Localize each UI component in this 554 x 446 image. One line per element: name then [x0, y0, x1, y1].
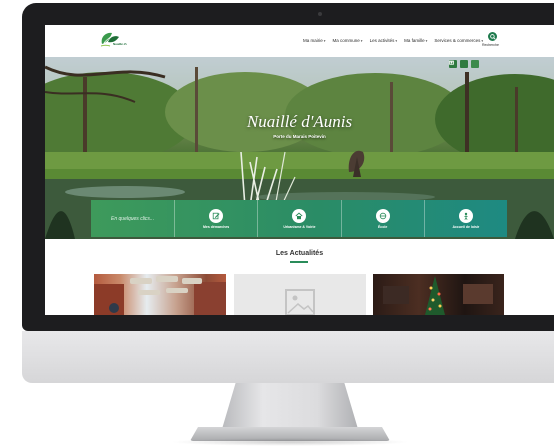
nav-label: Ma commune: [332, 38, 360, 43]
news-card-image: [94, 276, 226, 315]
nav-item-services-commerces[interactable]: Services & commerces▾: [434, 38, 483, 43]
main-nav: Ma mairie▾ Ma commune▾ Les activités▾ Ma…: [303, 38, 483, 43]
news-card[interactable]: [373, 274, 504, 315]
nav-label: Ma mairie: [303, 38, 323, 43]
site-header: Nuaillé d'Aunis Ma mairie▾ Ma commune▾ L…: [45, 25, 554, 57]
nav-label: Services & commerces: [434, 38, 481, 43]
nav-item-ma-mairie[interactable]: Ma mairie▾: [303, 38, 326, 43]
news-card[interactable]: [234, 274, 366, 315]
monitor-stand: [222, 383, 358, 429]
quick-link-urbanisme[interactable]: Urbanisme & Voirie: [258, 200, 342, 237]
image-placeholder-icon: [285, 289, 315, 315]
school-icon: [375, 208, 390, 223]
quick-search-placeholder: En quelques clics...: [111, 215, 155, 222]
quick-link-mes-demarches[interactable]: Mes démarches: [175, 200, 259, 237]
social-links: f: [449, 60, 479, 68]
chevron-down-icon: ▾: [425, 39, 428, 43]
quick-link-accueil-loisir[interactable]: Accueil de loisir: [425, 200, 507, 237]
quick-link-label: Urbanisme & Voirie: [283, 224, 316, 229]
news-section-title: Les Actualités: [275, 250, 324, 257]
news-card[interactable]: [94, 274, 226, 315]
chevron-down-icon: ▾: [395, 39, 398, 43]
search-label: Recherche: [482, 43, 499, 47]
site-logo[interactable]: [98, 30, 122, 52]
search-button[interactable]: [488, 32, 497, 41]
edit-icon: [209, 208, 224, 223]
title-underline: [290, 261, 308, 263]
quick-access-bar: En quelques clics... Mes démarches Urban…: [91, 200, 507, 237]
hero-title: Nuaillé d'Aunis: [246, 112, 353, 131]
quick-link-label: Accueil de loisir: [452, 224, 480, 229]
website-screen: Nuaillé d'Aunis Ma mairie▾ Ma commune▾ L…: [45, 25, 554, 315]
leaf-logo-icon: [100, 32, 119, 47]
quick-link-ecole[interactable]: École: [342, 200, 425, 237]
logo-text: Nuaillé d'Aunis: [113, 42, 127, 46]
home-icon: [292, 208, 307, 223]
nav-label: Ma famille: [404, 38, 425, 43]
search-icon: [489, 33, 496, 40]
hero-subtitle: Porte du Marais Poitevin: [273, 134, 326, 139]
quick-link-label: École: [377, 224, 388, 229]
child-icon: [458, 208, 473, 223]
nav-label: Les activités: [369, 38, 395, 43]
nav-item-ma-famille[interactable]: Ma famille▾: [404, 38, 427, 43]
nav-item-les-activites[interactable]: Les activités▾: [370, 38, 398, 43]
nav-item-ma-commune[interactable]: Ma commune▾: [333, 38, 363, 43]
news-card-image: [383, 276, 493, 315]
quick-search-input[interactable]: En quelques clics...: [91, 200, 175, 237]
chevron-down-icon: ▾: [323, 39, 326, 43]
monitor-chin: [22, 331, 554, 383]
quick-link-label: Mes démarches: [202, 224, 230, 229]
calendar-icon[interactable]: [449, 60, 468, 68]
monitor-shadow: [170, 438, 410, 446]
chevron-down-icon: ▾: [360, 39, 363, 43]
mail-icon[interactable]: [449, 60, 479, 68]
camera-dot: [318, 12, 322, 16]
